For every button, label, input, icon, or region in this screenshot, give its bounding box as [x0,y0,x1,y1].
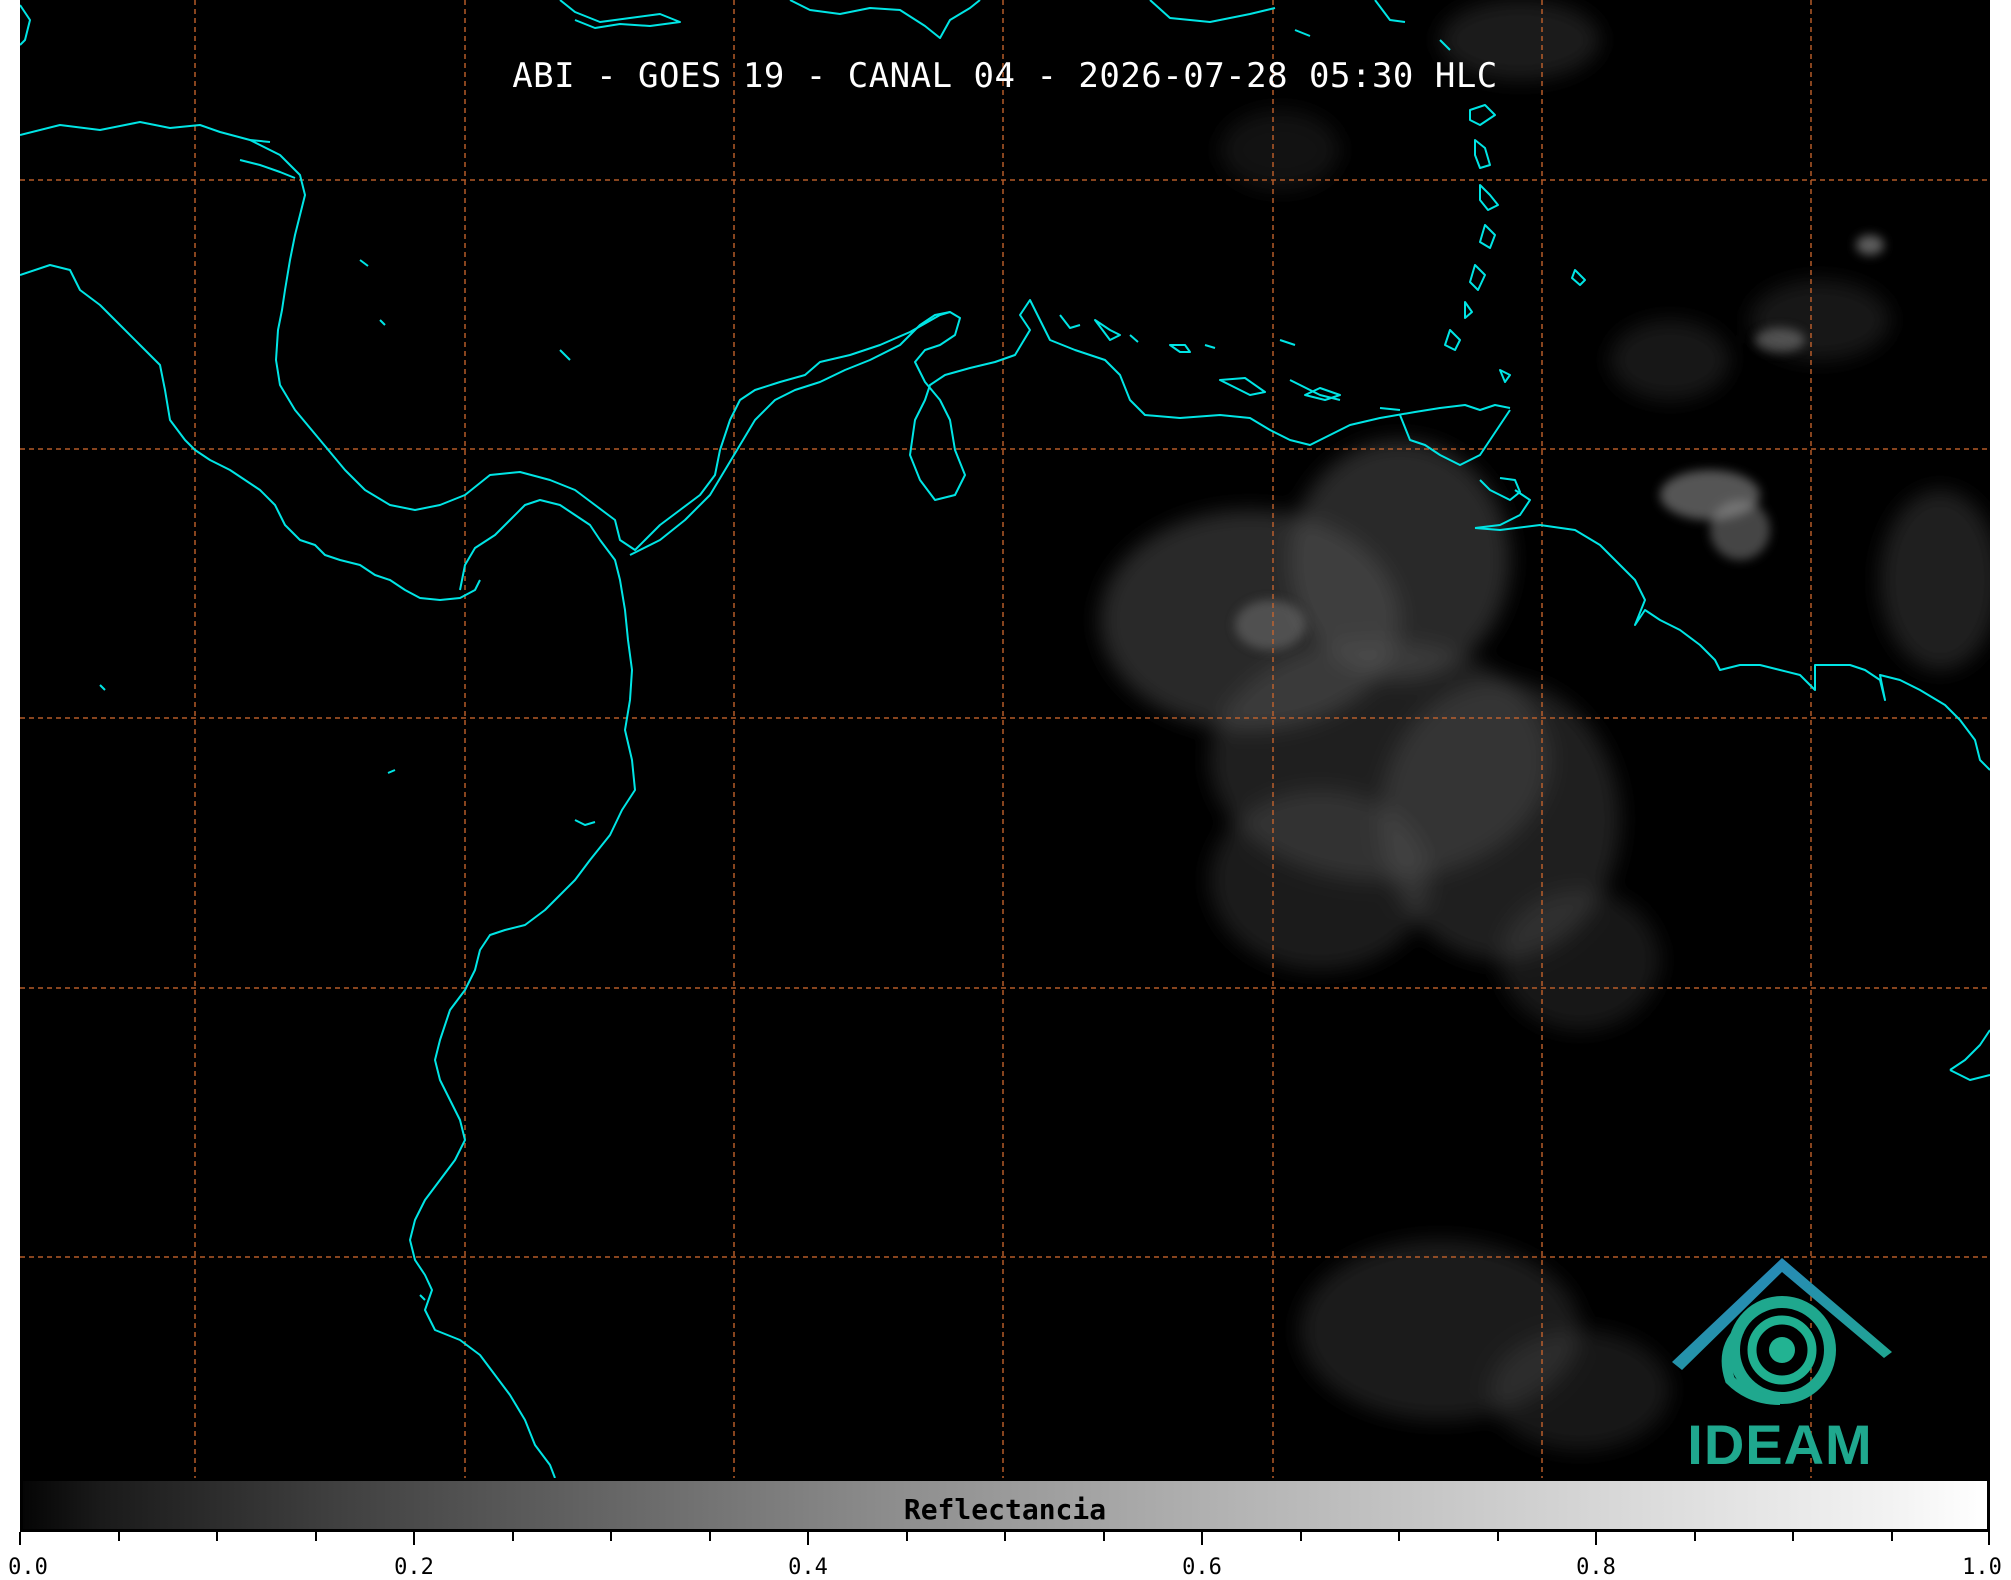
minor-tick [1300,1532,1302,1541]
ideam-logo-text: IDEAM [1687,1413,1873,1476]
minor-tick [315,1532,317,1541]
minor-tick [1891,1532,1893,1541]
map-title: ABI - GOES 19 - CANAL 04 - 2026-07-28 05… [512,56,1498,96]
ideam-logo: IDEAM [1660,1250,1900,1476]
minor-tick [610,1532,612,1541]
major-tick [413,1532,415,1545]
major-tick [19,1532,21,1545]
minor-tick [1103,1532,1105,1541]
tick-label: 0.8 [1576,1555,1616,1580]
minor-tick [118,1532,120,1541]
major-tick [1201,1532,1203,1545]
minor-tick [216,1532,218,1541]
major-tick [807,1532,809,1545]
tick-label: 0.0 [8,1555,48,1580]
colorbar: Reflectancia [20,1478,1990,1532]
major-tick [1988,1532,1990,1545]
tick-label: 0.2 [394,1555,434,1580]
tick-label: 0.6 [1182,1555,1222,1580]
colorbar-ticks: 0.0 0.2 0.4 0.6 0.8 1.0 [8,1532,2002,1580]
minor-tick [1497,1532,1499,1541]
major-tick [1595,1532,1597,1545]
colorbar-label: Reflectancia [903,1493,1107,1526]
minor-tick [906,1532,908,1541]
minor-tick [512,1532,514,1541]
tick-label: 0.4 [788,1555,828,1580]
minor-tick [1792,1532,1794,1541]
tick-label: 1.0 [1962,1555,2002,1580]
minor-tick [1398,1532,1400,1541]
minor-tick [1694,1532,1696,1541]
minor-tick [709,1532,711,1541]
satellite-map: ABI - GOES 19 - CANAL 04 - 2026-07-28 05… [20,0,1990,1478]
cloud-cover [1100,0,1990,1450]
ideam-logo-icon [1672,1258,1892,1405]
minor-tick [1004,1532,1006,1541]
